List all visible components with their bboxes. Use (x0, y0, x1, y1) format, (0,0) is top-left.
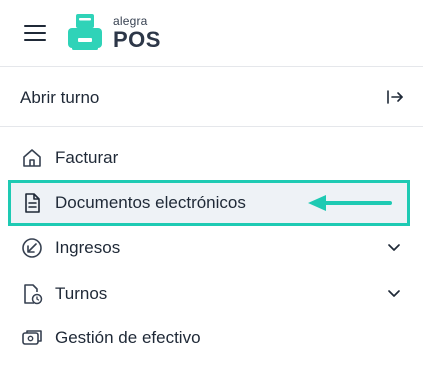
collapse-sidebar-icon[interactable] (386, 89, 404, 105)
menu-item-turnos[interactable]: Turnos (0, 275, 423, 313)
document-icon (25, 193, 40, 213)
menu-item-facturar[interactable]: Facturar (0, 139, 423, 177)
menu-item-label: Ingresos (55, 238, 121, 257)
alegra-pos-logo[interactable]: alegra POS (66, 13, 166, 55)
menu-item-label: Gestión de efectivo (55, 328, 201, 347)
menu-item-label: Turnos (55, 284, 108, 303)
logo-big-text: POS (113, 27, 161, 52)
cash-register-icon (22, 330, 42, 345)
arrow-down-left-circle-icon (22, 238, 42, 258)
open-shift-row[interactable]: Abrir turno (0, 68, 423, 127)
open-shift-label: Abrir turno (20, 88, 100, 107)
menu-item-label: Facturar (55, 148, 119, 167)
file-clock-icon (24, 284, 43, 305)
home-icon (23, 149, 41, 167)
top-bar: alegra POS (0, 0, 423, 67)
chevron-down-icon[interactable] (386, 241, 402, 255)
hamburger-menu-icon[interactable] (24, 24, 46, 42)
logo-small-text: alegra (113, 14, 148, 28)
pos-register-logo-icon (68, 14, 102, 50)
left-arrow-annotation-icon (308, 195, 392, 211)
menu-item-gestion-efectivo[interactable]: Gestión de efectivo (0, 319, 423, 357)
menu-item-label: Documentos electrónicos (55, 193, 246, 212)
chevron-down-icon[interactable] (386, 287, 402, 301)
menu-item-ingresos[interactable]: Ingresos (0, 229, 423, 267)
